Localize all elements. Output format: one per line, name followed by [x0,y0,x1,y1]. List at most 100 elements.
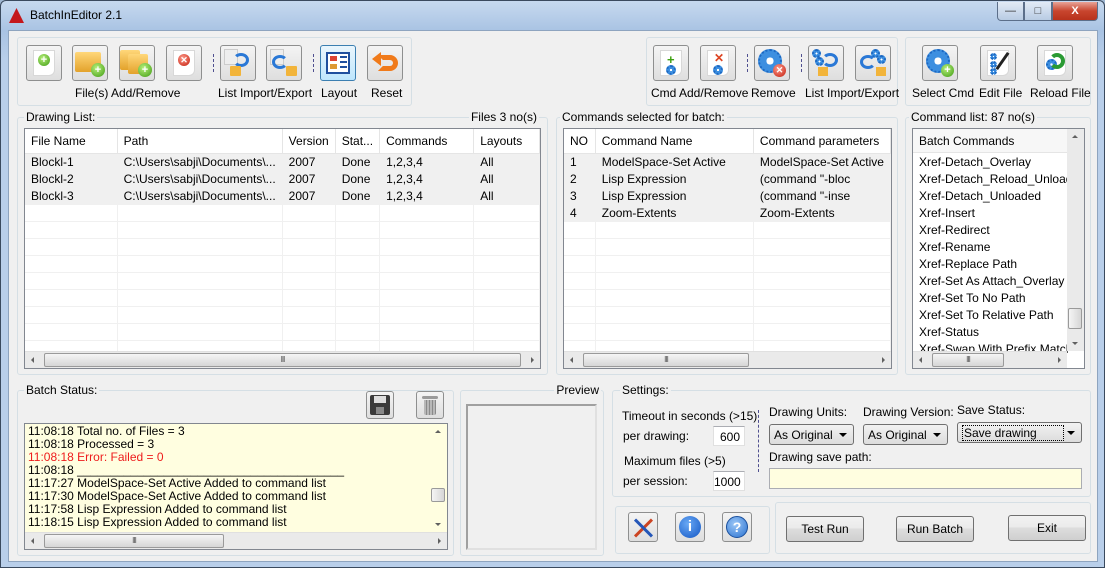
command-row[interactable]: 4 Zoom-Extents Zoom-Extents [564,204,891,222]
add-file-button[interactable]: + [26,45,62,81]
remove-file-button[interactable]: ✕ [166,45,202,81]
scroll-right-icon[interactable] [1058,357,1061,363]
command-list-item[interactable]: Xref-Status [913,324,1068,341]
list-import-button[interactable] [220,45,256,81]
drawing-row[interactable]: Blockl-3 C:\Users\sabji\Documents\... 2007… [25,187,540,205]
column-header[interactable]: Path [117,129,283,154]
command-list-item[interactable]: Xref-Detach_Overlay [913,154,1068,171]
scroll-down-icon[interactable] [435,523,441,526]
batch-commands-list[interactable]: Batch Commands Xref-Detach_Overlay Xref-D… [912,128,1085,369]
minimize-button[interactable]: — [997,2,1024,21]
help-button[interactable]: ? [722,512,752,542]
timeout-per-drawing-input[interactable]: 600 [713,426,745,446]
batch-commands-header[interactable]: Batch Commands [913,129,1068,153]
scroll-down-icon[interactable] [1072,342,1078,345]
column-header[interactable]: Command parameters [753,129,891,154]
column-header[interactable]: File Name [25,129,118,154]
scroll-left-icon[interactable] [919,357,922,363]
layout-label: Layout [321,86,358,100]
scroll-left-icon[interactable] [570,357,573,363]
command-list-item[interactable]: Xref-Rename [913,239,1068,256]
drawing-row[interactable]: Blockl-1 C:\Users\sabji\Documents\... 2007… [25,153,540,171]
info-button[interactable]: i [675,512,705,542]
scroll-right-icon[interactable] [882,357,885,363]
cmd-remove-button[interactable]: ✕ [700,45,736,81]
edit-file-button[interactable] [980,45,1016,81]
commands-selected-label: Commands selected for batch: [560,110,727,124]
command-list-item[interactable]: Xref-Detach_Reload_Unload [913,171,1068,188]
max-files-per-session-input[interactable]: 1000 [713,471,745,491]
clear-log-button[interactable] [416,391,444,419]
command-list-item[interactable]: Xref-Set As Attach_Overlay [913,273,1068,290]
maximize-button[interactable]: □ [1024,2,1052,21]
command-row[interactable]: 2 Lisp Expression (command "-bloc [564,170,891,188]
info-icon: i [679,516,701,538]
cmd-list-import-icon [812,49,840,77]
drawing-version-select[interactable]: As Original [863,424,948,445]
batch-status-log[interactable]: 11:08:18 Total no. of Files = 3 11:08:18 … [24,423,448,550]
scroll-thumb[interactable]: III [44,534,224,548]
save-status-select[interactable]: Save drawing [957,422,1082,443]
command-row[interactable]: 3 Lisp Expression (command "-inse [564,187,891,205]
select-cmd-button[interactable]: + [922,45,958,81]
scroll-right-icon[interactable] [531,357,534,363]
command-list-item[interactable]: Xref-Set To No Path [913,290,1068,307]
command-list-item[interactable]: Xref-Insert [913,205,1068,222]
column-header[interactable]: Command Name [595,129,754,154]
remove-all-commands-button[interactable]: ✕ [754,45,790,81]
command-list-item[interactable]: Xref-Detach_Unloaded [913,188,1068,205]
table-cell: Zoom-Extents [595,204,754,222]
log-hscrollbar[interactable]: III [25,532,447,549]
drawing-list-hscrollbar[interactable]: III [25,351,540,368]
scroll-right-icon[interactable] [438,538,441,544]
table-cell: Blockl-1 [25,153,118,171]
column-header[interactable]: NO [564,129,596,154]
scroll-left-icon[interactable] [31,357,34,363]
scroll-thumb[interactable]: III [583,353,749,367]
scroll-thumb[interactable]: III [44,353,521,367]
list-export-button[interactable] [266,45,302,81]
drawing-units-select[interactable]: As Original [769,424,854,445]
column-header[interactable]: Commands [379,129,475,154]
scroll-left-icon[interactable] [31,538,34,544]
scroll-thumb[interactable] [431,488,445,502]
command-list-item[interactable]: Xref-Redirect [913,222,1068,239]
remove-label: Remove [751,86,796,100]
reset-label: Reset [371,86,403,100]
cmd-list-export-button[interactable] [855,45,891,81]
log-vscrollbar[interactable] [430,424,447,532]
reload-file-button[interactable] [1037,45,1073,81]
command-list-hscrollbar[interactable]: III [913,351,1067,368]
reset-button[interactable] [367,45,403,81]
remove-file-icon: ✕ [173,50,195,76]
run-batch-button[interactable]: Run Batch [896,516,974,542]
exit-button[interactable]: Exit [1008,515,1086,541]
scroll-thumb[interactable] [1068,308,1082,329]
column-header[interactable]: Stat... [335,129,381,154]
add-folder-button[interactable]: + [72,45,108,81]
drawing-row[interactable]: Blockl-2 C:\Users\sabji\Documents\... 2007… [25,170,540,188]
drawing-units-value: As Original [774,428,833,442]
column-header[interactable]: Layouts [473,129,540,154]
cmd-add-button[interactable]: + [653,45,689,81]
add-subfolders-button[interactable]: + [119,45,155,81]
commands-selected-group: Commands selected for batch: NO Command N… [556,110,898,375]
commands-selected-list[interactable]: NO Command Name Command parameters 1 ModelS… [563,128,892,369]
command-list-item[interactable]: Xref-Replace Path [913,256,1068,273]
save-log-button[interactable] [366,391,394,419]
scroll-up-icon[interactable] [435,430,441,433]
layout-button[interactable] [320,45,356,81]
cmd-list-import-button[interactable] [808,45,844,81]
scroll-up-icon[interactable] [1072,135,1078,138]
save-path-input[interactable] [769,468,1082,489]
command-row[interactable]: 1 ModelSpace-Set Active ModelSpace-Set Act… [564,153,891,171]
column-header[interactable]: Version [282,129,336,154]
close-button[interactable]: X [1052,2,1098,21]
command-list-item[interactable]: Xref-Set To Relative Path [913,307,1068,324]
tools-button[interactable] [628,512,658,542]
test-run-button[interactable]: Test Run [786,516,864,542]
command-list-vscrollbar[interactable] [1067,129,1084,351]
scroll-thumb[interactable]: III [932,353,1004,367]
drawing-list[interactable]: File Name Path Version Stat... Commands Layou… [24,128,541,369]
commands-hscrollbar[interactable]: III [564,351,891,368]
